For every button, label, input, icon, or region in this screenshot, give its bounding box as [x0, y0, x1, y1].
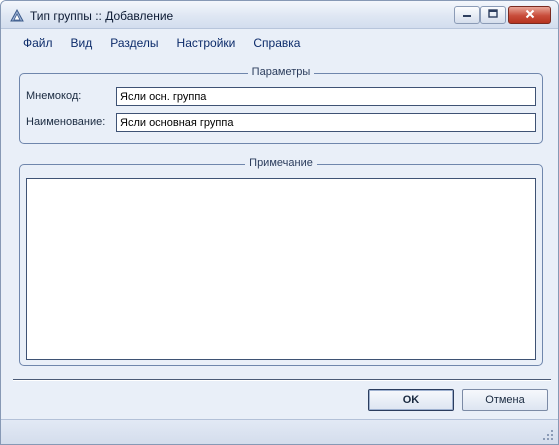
params-group: Параметры Мнемокод: Наименование:: [19, 66, 543, 144]
minimize-button[interactable]: [454, 6, 480, 24]
menu-help[interactable]: Справка: [244, 33, 309, 53]
menu-bar: Файл Вид Разделы Настройки Справка: [9, 33, 309, 53]
maximize-icon: [488, 9, 498, 21]
dialog-window: Тип группы :: Добавление Файл Вид Раздел…: [0, 0, 559, 445]
mnemocode-label: Мнемокод:: [26, 90, 82, 102]
app-icon: [9, 8, 25, 24]
maximize-button[interactable]: [480, 6, 506, 24]
note-textarea[interactable]: [26, 178, 536, 360]
params-legend: Параметры: [247, 66, 315, 78]
divider: [13, 379, 551, 381]
menu-settings[interactable]: Настройки: [168, 33, 245, 53]
close-button[interactable]: [508, 6, 551, 24]
close-icon: [525, 9, 535, 22]
menu-sections[interactable]: Разделы: [101, 33, 167, 53]
minimize-icon: [462, 9, 472, 21]
mnemocode-input[interactable]: [116, 87, 536, 106]
status-bar: [1, 419, 558, 444]
window-title: Тип группы :: Добавление: [30, 9, 174, 23]
resize-grip-icon[interactable]: [542, 429, 554, 441]
name-label: Наименование:: [26, 116, 106, 128]
ok-button[interactable]: OK: [368, 389, 454, 411]
note-group: Примечание: [19, 157, 543, 366]
title-bar[interactable]: Тип группы :: Добавление: [1, 1, 558, 29]
note-legend: Примечание: [245, 157, 317, 169]
name-input[interactable]: [116, 113, 536, 132]
cancel-button[interactable]: Отмена: [462, 389, 548, 411]
menu-view[interactable]: Вид: [62, 33, 102, 53]
menu-file[interactable]: Файл: [9, 33, 62, 53]
